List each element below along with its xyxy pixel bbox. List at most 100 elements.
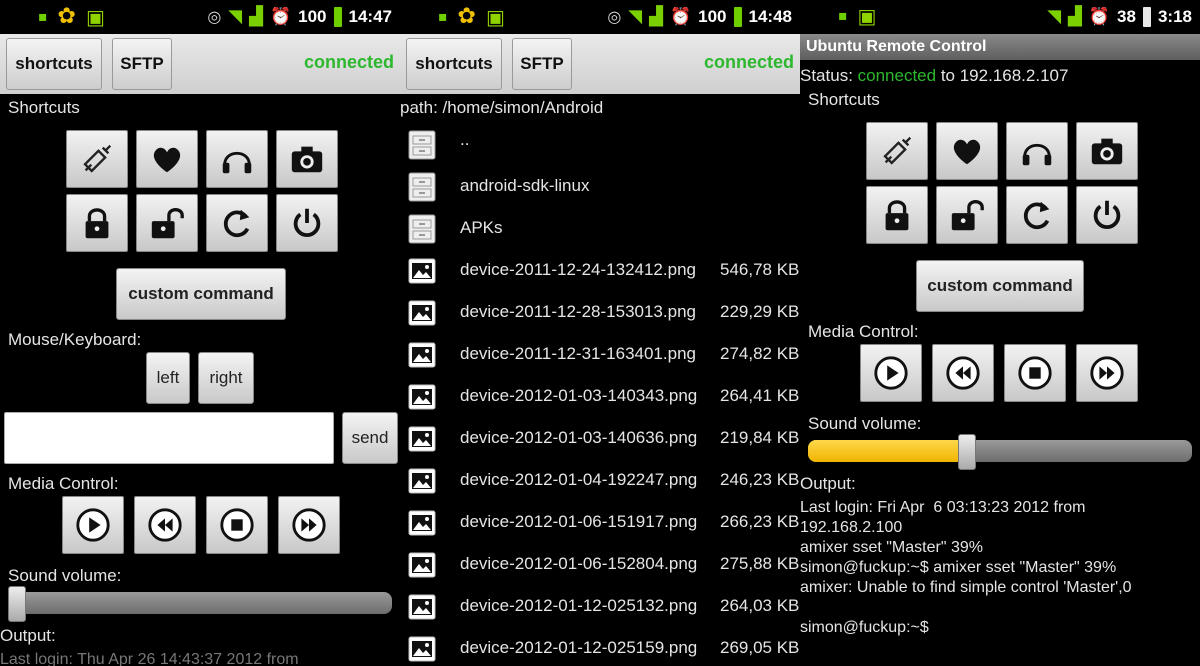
alarm-icon: ⏰ bbox=[1088, 6, 1111, 27]
stop-icon bbox=[220, 508, 254, 542]
output-text: Last login: Thu Apr 26 14:43:37 2012 fro… bbox=[0, 651, 299, 666]
fast-forward-button[interactable] bbox=[278, 496, 340, 554]
file-size: 246,23 KB bbox=[720, 470, 800, 489]
image-file-icon bbox=[408, 424, 436, 454]
lock-button[interactable] bbox=[66, 194, 128, 252]
file-row[interactable]: device-2012-01-06-151917.png 266,23 KB bbox=[400, 504, 800, 544]
file-row[interactable]: APKs bbox=[400, 210, 800, 250]
file-row[interactable]: device-2011-12-28-153013.png 229,29 KB bbox=[400, 294, 800, 334]
lock-icon bbox=[85, 208, 109, 239]
keyboard-input[interactable] bbox=[4, 412, 334, 464]
usb-debug-icon: ▪ bbox=[38, 8, 48, 25]
file-row[interactable]: device-2011-12-31-163401.png 274,82 KB bbox=[400, 336, 800, 376]
file-size: 269,05 KB bbox=[720, 638, 800, 657]
play-icon bbox=[874, 356, 908, 390]
lock-icon bbox=[885, 200, 909, 231]
file-name: device-2012-01-12-025132.png bbox=[460, 596, 698, 615]
file-row[interactable]: device-2011-12-24-132412.png 546,78 KB bbox=[400, 252, 800, 292]
unlock-icon bbox=[951, 200, 984, 231]
file-row[interactable]: device-2012-01-12-025132.png 264,03 KB bbox=[400, 588, 800, 628]
status-connected: connected bbox=[857, 66, 937, 85]
image-file-icon bbox=[408, 256, 436, 286]
fast-forward-button[interactable] bbox=[1076, 344, 1138, 402]
screenshot-button[interactable] bbox=[1076, 122, 1138, 180]
android-icon: ▣ bbox=[857, 4, 877, 28]
rewind-icon bbox=[148, 508, 182, 542]
output-line: amixer: Unable to find simple control 'M… bbox=[800, 579, 1132, 596]
left-click-button[interactable]: left bbox=[146, 352, 190, 404]
favorite-button[interactable] bbox=[936, 122, 998, 180]
file-row[interactable]: device-2012-01-03-140343.png 264,41 KB bbox=[400, 378, 800, 418]
usb-debug-icon: ▪ bbox=[438, 8, 448, 25]
volume-slider[interactable] bbox=[808, 434, 1192, 470]
sftp-tab-button[interactable]: SFTP bbox=[112, 38, 172, 90]
headphones-icon bbox=[1022, 143, 1052, 166]
android-icon: ▣ bbox=[485, 4, 505, 29]
rewind-button[interactable] bbox=[932, 344, 994, 402]
output-line: Last login: Fri Apr 6 03:13:23 2012 from bbox=[800, 499, 1086, 516]
fast-forward-icon bbox=[1090, 356, 1124, 390]
reboot-button[interactable] bbox=[206, 194, 268, 252]
stop-button[interactable] bbox=[1004, 344, 1066, 402]
syringe-button[interactable] bbox=[66, 130, 128, 188]
file-row[interactable]: device-2012-01-06-152804.png 275,88 KB bbox=[400, 546, 800, 586]
app-title-bar: Ubuntu Remote Control bbox=[800, 34, 1200, 60]
file-row[interactable]: android-sdk-linux bbox=[400, 168, 800, 208]
file-name: .. bbox=[460, 130, 470, 149]
stop-button[interactable] bbox=[206, 496, 268, 554]
shortcuts-tab-button[interactable]: shortcuts bbox=[406, 38, 502, 90]
sftp-tab-button[interactable]: SFTP bbox=[512, 38, 572, 90]
rewind-button[interactable] bbox=[134, 496, 196, 554]
favorite-button[interactable] bbox=[136, 130, 198, 188]
audio-button[interactable] bbox=[1006, 122, 1068, 180]
status-bar: ▪ ✿ ▣ ◎ ◥ ▟ ⏰ 100 14:48 bbox=[400, 0, 800, 34]
file-name: device-2011-12-28-153013.png bbox=[460, 302, 696, 321]
image-file-icon bbox=[408, 508, 436, 538]
volume-slider-knob[interactable] bbox=[957, 434, 976, 470]
custom-command-button[interactable]: custom command bbox=[916, 260, 1084, 312]
alarm-icon: ⏰ bbox=[269, 6, 292, 27]
media-control-label: Media Control: bbox=[8, 474, 119, 493]
file-name: android-sdk-linux bbox=[460, 176, 590, 195]
volume-slider-knob[interactable] bbox=[8, 586, 26, 622]
send-button[interactable]: send bbox=[342, 412, 398, 464]
sync-icon: ◎ bbox=[207, 7, 222, 26]
unlock-button[interactable] bbox=[936, 186, 998, 244]
unlock-button[interactable] bbox=[136, 194, 198, 252]
custom-command-button[interactable]: custom command bbox=[116, 268, 286, 320]
battery-level: 100 bbox=[698, 6, 727, 26]
android-icon: ▣ bbox=[85, 4, 105, 29]
audio-button[interactable] bbox=[206, 130, 268, 188]
usb-debug-icon: ▪ bbox=[838, 8, 848, 24]
play-button[interactable] bbox=[62, 496, 124, 554]
file-row[interactable]: .. bbox=[400, 126, 800, 166]
image-file-icon bbox=[408, 592, 436, 622]
signal-icon: ▟ bbox=[1068, 6, 1082, 27]
syringe-button[interactable] bbox=[866, 122, 928, 180]
rewind-icon bbox=[946, 356, 980, 390]
play-icon bbox=[76, 508, 110, 542]
camera-icon bbox=[291, 146, 323, 173]
shutdown-button[interactable] bbox=[276, 194, 338, 252]
connection-status: connected bbox=[303, 52, 394, 72]
screenshot-button[interactable] bbox=[276, 130, 338, 188]
file-name: device-2011-12-31-163401.png bbox=[460, 344, 696, 363]
status-bar: ▪ ✿ ▣ ◎ ◥ ▟ ⏰ 100 14:47 bbox=[0, 0, 400, 34]
shutdown-button[interactable] bbox=[1076, 186, 1138, 244]
shortcuts-tab-button[interactable]: shortcuts bbox=[6, 38, 102, 90]
status-host: to 192.168.2.107 bbox=[936, 66, 1069, 85]
reboot-button[interactable] bbox=[1006, 186, 1068, 244]
file-row[interactable]: device-2012-01-03-140636.png 219,84 KB bbox=[400, 420, 800, 460]
play-button[interactable] bbox=[860, 344, 922, 402]
file-name: APKs bbox=[460, 218, 503, 237]
volume-slider[interactable] bbox=[8, 586, 392, 622]
file-row[interactable]: device-2012-01-04-192247.png 246,23 KB bbox=[400, 462, 800, 502]
battery-icon bbox=[333, 6, 342, 27]
lock-button[interactable] bbox=[866, 186, 928, 244]
remote-control-screen: ▪ ▣ ◥ ▟ ⏰ 38 3:18 Ubuntu Remote Control … bbox=[800, 0, 1200, 666]
file-row[interactable]: device-2012-01-12-025159.png 269,05 KB bbox=[400, 630, 800, 666]
right-click-button[interactable]: right bbox=[198, 352, 254, 404]
file-name: device-2012-01-03-140636.png bbox=[460, 428, 698, 447]
media-control-label: Media Control: bbox=[808, 322, 919, 341]
syringe-icon bbox=[83, 144, 112, 173]
